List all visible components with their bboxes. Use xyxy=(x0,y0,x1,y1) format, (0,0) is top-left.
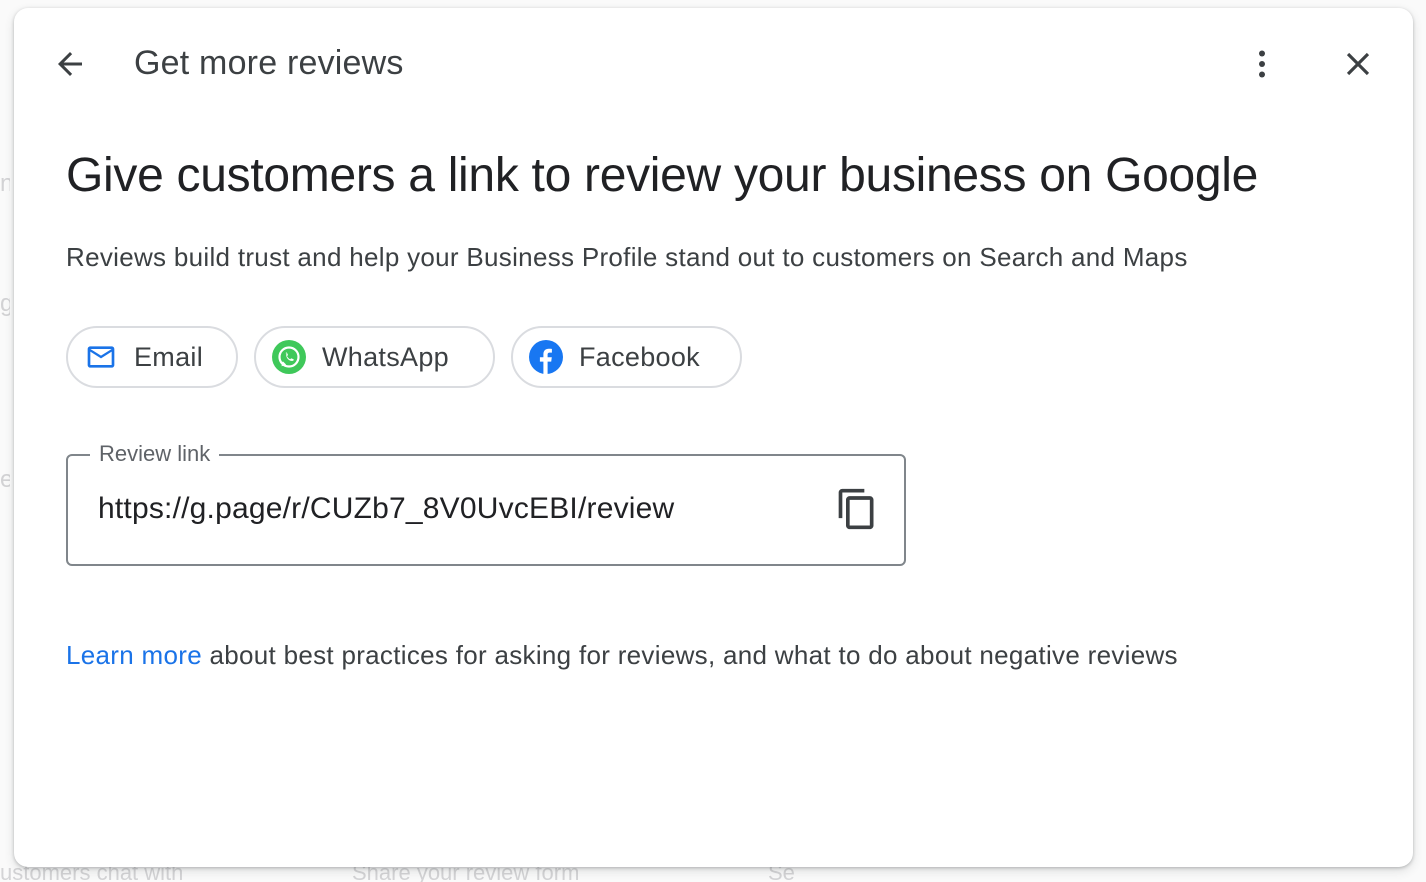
copy-icon xyxy=(838,488,874,530)
review-link-label: Review link xyxy=(90,440,220,468)
share-email-label: Email xyxy=(134,341,204,372)
background-fragment: e xyxy=(0,466,10,493)
learn-more-text: Learn more about best practices for aski… xyxy=(66,640,1178,671)
facebook-icon xyxy=(529,340,563,374)
review-link-field: Review link xyxy=(66,440,906,566)
background-fragment: g xyxy=(0,290,10,317)
dialog-title: Get more reviews xyxy=(134,44,404,82)
more-options-button[interactable] xyxy=(1238,40,1286,88)
background-fragment: n xyxy=(0,170,10,197)
more-vert-icon xyxy=(1259,50,1265,78)
share-facebook-button[interactable]: Facebook xyxy=(511,326,742,388)
whatsapp-icon xyxy=(272,340,306,374)
close-button[interactable] xyxy=(1334,40,1382,88)
arrow-back-icon xyxy=(58,52,82,76)
headline: Give customers a link to review your bus… xyxy=(66,149,1259,202)
share-email-button[interactable]: Email xyxy=(66,326,238,388)
share-whatsapp-label: WhatsApp xyxy=(322,341,449,372)
close-icon xyxy=(1346,52,1370,76)
review-link-input[interactable] xyxy=(98,484,818,534)
back-button[interactable] xyxy=(46,40,94,88)
share-facebook-label: Facebook xyxy=(579,341,700,372)
share-whatsapp-button[interactable]: WhatsApp xyxy=(254,326,495,388)
learn-more-link[interactable]: Learn more xyxy=(66,640,202,670)
mail-icon xyxy=(84,340,118,374)
get-more-reviews-dialog: Get more reviews Give customers a link t… xyxy=(14,8,1413,867)
copy-link-button[interactable] xyxy=(832,484,882,534)
description-text: Reviews build trust and help your Busine… xyxy=(66,242,1188,272)
learn-more-description: about best practices for asking for revi… xyxy=(201,640,1178,670)
